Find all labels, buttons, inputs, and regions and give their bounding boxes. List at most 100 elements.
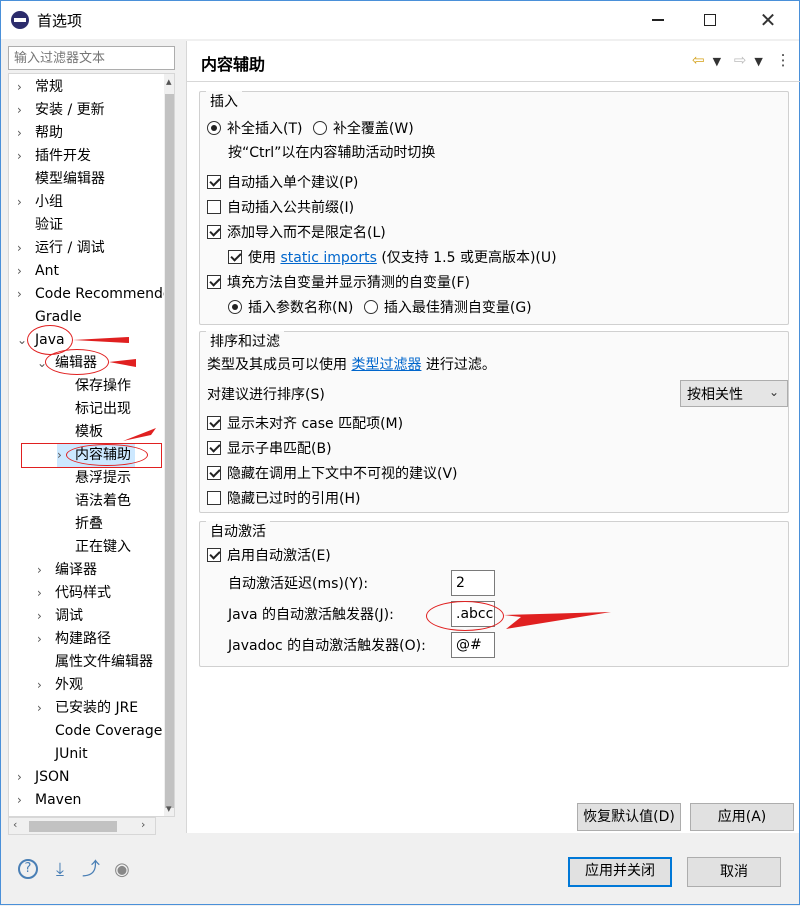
auto-insert-prefix-checkbox[interactable]: 自动插入公共前缀(I) xyxy=(207,197,354,219)
chevron-right-icon[interactable]: › xyxy=(37,628,47,646)
use-static-imports-checkbox[interactable]: 使用 static imports (仅支持 1.5 或更高版本)(U) xyxy=(228,247,557,269)
checkbox-checked-icon[interactable] xyxy=(207,275,221,289)
tree-item-code-style[interactable]: › 代码样式 xyxy=(37,582,111,605)
chevron-right-icon[interactable]: › xyxy=(17,145,27,163)
radio-checked-icon[interactable] xyxy=(207,121,221,135)
sort-select[interactable]: 按相关性 ⌄ xyxy=(680,380,788,407)
minimize-button[interactable] xyxy=(635,1,681,39)
help-icon[interactable]: ? xyxy=(18,859,38,879)
checkbox-unchecked-icon[interactable] xyxy=(207,200,221,214)
insert-param-names-radio[interactable]: 插入参数名称(N) xyxy=(228,300,353,316)
import-icon[interactable]: ⤓ xyxy=(49,859,71,881)
javadoc-trigger-input[interactable]: @# xyxy=(451,632,495,658)
tree-item-folding[interactable]: 折叠 xyxy=(75,513,103,536)
scroll-up-icon[interactable]: ▴ xyxy=(166,75,172,88)
forward-icon[interactable]: ⇨ xyxy=(734,51,747,69)
tree-item-install[interactable]: › 安装 / 更新 xyxy=(17,99,105,122)
insert-best-guess-radio[interactable]: 插入最佳猜测自变量(G) xyxy=(363,300,532,316)
chevron-right-icon[interactable]: › xyxy=(37,605,47,623)
tree-item-debug[interactable]: › 调试 xyxy=(37,605,83,628)
tree-item-typing[interactable]: 正在键入 xyxy=(75,536,131,559)
tree-horizontal-scrollbar[interactable]: ‹ › xyxy=(8,817,156,835)
hide-invisible-checkbox[interactable]: 隐藏在调用上下文中不可视的建议(V) xyxy=(207,463,458,485)
cancel-button[interactable]: 取消 xyxy=(687,857,781,887)
record-icon[interactable]: ◉ xyxy=(111,859,133,881)
close-button[interactable]: ✕ xyxy=(745,1,791,39)
type-filter-link[interactable]: 类型过滤器 xyxy=(351,357,421,373)
filter-input[interactable] xyxy=(8,46,175,70)
chevron-right-icon[interactable]: › xyxy=(17,191,27,209)
checkbox-checked-icon[interactable] xyxy=(207,416,221,430)
chevron-right-icon[interactable]: › xyxy=(17,789,27,807)
tree-item-syntax-coloring[interactable]: 语法着色 xyxy=(75,490,131,513)
hide-deprecated-checkbox[interactable]: 隐藏已过时的引用(H) xyxy=(207,488,360,510)
show-substring-checkbox[interactable]: 显示子串匹配(B) xyxy=(207,438,332,460)
tree-item-validation[interactable]: 验证 xyxy=(35,214,63,237)
delay-input[interactable]: 2 xyxy=(451,570,495,596)
tree-item-run-debug[interactable]: › 运行 / 调试 xyxy=(17,237,105,260)
chevron-right-icon[interactable]: › xyxy=(37,697,47,715)
chevron-right-icon[interactable]: › xyxy=(17,260,27,278)
tree-item-installed-jres[interactable]: › 已安装的 JRE xyxy=(37,697,138,720)
add-import-checkbox[interactable]: 添加导入而不是限定名(L) xyxy=(207,222,386,244)
chevron-right-icon[interactable]: › xyxy=(37,559,47,577)
checkbox-checked-icon[interactable] xyxy=(207,548,221,562)
tree-item-hovers[interactable]: 悬浮提示 xyxy=(75,467,131,490)
apply-and-close-button[interactable]: 应用并关闭 xyxy=(568,857,672,887)
scroll-right-icon[interactable]: › xyxy=(141,818,145,831)
tree-item-code-recommenders[interactable]: › Code Recommenders xyxy=(17,283,174,306)
tree-vertical-scroll-thumb[interactable] xyxy=(165,94,174,808)
chevron-right-icon[interactable]: › xyxy=(17,766,27,784)
tree-item-compiler[interactable]: › 编译器 xyxy=(37,559,97,582)
radio-unchecked-icon[interactable] xyxy=(312,121,327,135)
checkbox-checked-icon[interactable] xyxy=(228,250,242,264)
radio-unchecked-icon[interactable] xyxy=(363,300,378,314)
fill-method-args-checkbox[interactable]: 填充方法自变量并显示猜测的自变量(F) xyxy=(207,272,470,294)
chevron-right-icon[interactable]: › xyxy=(17,237,27,255)
static-imports-link[interactable]: static imports xyxy=(280,250,376,266)
tree-horizontal-scroll-thumb[interactable] xyxy=(29,821,117,832)
checkbox-checked-icon[interactable] xyxy=(207,175,221,189)
apply-button[interactable]: 应用(A) xyxy=(690,803,794,831)
chevron-right-icon[interactable]: › xyxy=(17,283,27,301)
chevron-right-icon[interactable]: › xyxy=(37,582,47,600)
restore-defaults-button[interactable]: 恢复默认值(D) xyxy=(577,803,681,831)
tree-item-general[interactable]: › 常规 xyxy=(17,76,63,99)
tree-item-maven[interactable]: › Maven xyxy=(17,789,81,812)
more-menu-icon[interactable]: ⋮ xyxy=(776,51,791,69)
tree-item-help[interactable]: › 帮助 xyxy=(17,122,63,145)
back-icon[interactable]: ⇦ xyxy=(692,51,705,69)
tree-item-save-actions[interactable]: 保存操作 xyxy=(75,375,131,398)
tree-item-junit[interactable]: JUnit xyxy=(55,743,88,766)
checkbox-checked-icon[interactable] xyxy=(207,466,221,480)
show-camel-case-checkbox[interactable]: 显示未对齐 case 匹配项(M) xyxy=(207,413,403,435)
chevron-right-icon[interactable]: › xyxy=(17,122,27,140)
chevron-right-icon[interactable]: › xyxy=(37,674,47,692)
enable-auto-activation-checkbox[interactable]: 启用自动激活(E) xyxy=(207,545,331,567)
tree-item-json[interactable]: › JSON xyxy=(17,766,70,789)
checkbox-checked-icon[interactable] xyxy=(207,441,221,455)
chevron-right-icon[interactable]: › xyxy=(17,99,27,117)
scroll-down-icon[interactable]: ▾ xyxy=(166,802,172,815)
forward-menu-icon[interactable]: ▼ xyxy=(754,55,762,68)
tree-item-properties-editor[interactable]: 属性文件编辑器 xyxy=(55,651,153,674)
tree-item-code-coverage[interactable]: Code Coverage xyxy=(55,720,162,743)
complete-insert-radio[interactable]: 补全插入(T) xyxy=(207,121,302,137)
chevron-right-icon[interactable]: › xyxy=(17,76,27,94)
tree-vertical-scrollbar[interactable]: ▴ ▾ xyxy=(164,74,174,816)
tree-item-build-path[interactable]: › 构建路径 xyxy=(37,628,111,651)
tree-item-model-editor[interactable]: 模型编辑器 xyxy=(35,168,105,191)
tree-item-ant[interactable]: › Ant xyxy=(17,260,59,283)
scroll-left-icon[interactable]: ‹ xyxy=(13,818,17,831)
complete-overwrite-radio[interactable]: 补全覆盖(W) xyxy=(312,121,414,137)
auto-insert-single-checkbox[interactable]: 自动插入单个建议(P) xyxy=(207,172,358,194)
tree-item-templates[interactable]: 模板 xyxy=(75,421,103,444)
checkbox-unchecked-icon[interactable] xyxy=(207,491,221,505)
back-menu-icon[interactable]: ▼ xyxy=(713,55,721,68)
maximize-button[interactable] xyxy=(687,1,733,39)
tree-item-team[interactable]: › 小组 xyxy=(17,191,63,214)
checkbox-checked-icon[interactable] xyxy=(207,225,221,239)
tree-item-mark-occurrences[interactable]: 标记出现 xyxy=(75,398,131,421)
tree-item-appearance[interactable]: › 外观 xyxy=(37,674,83,697)
radio-checked-icon[interactable] xyxy=(228,300,242,314)
